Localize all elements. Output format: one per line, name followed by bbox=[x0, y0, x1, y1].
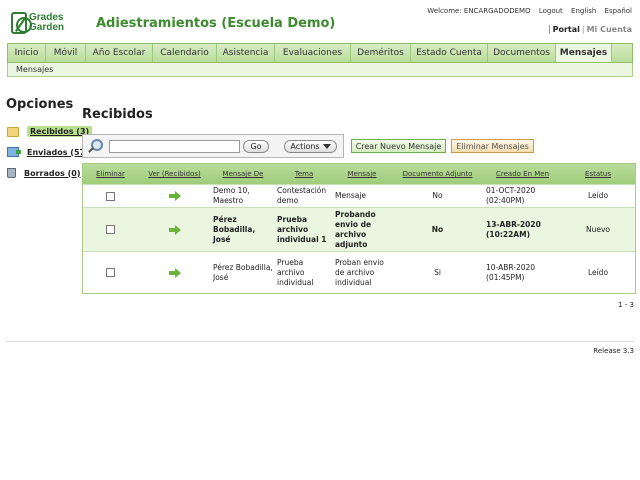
column-ver[interactable]: Ver (Recibidos) bbox=[138, 170, 211, 178]
column-eliminar[interactable]: Eliminar bbox=[83, 170, 138, 178]
cell-adjunto: Si bbox=[434, 267, 441, 277]
release-version: Release 3.3 bbox=[593, 347, 634, 355]
subnav: Mensajes bbox=[7, 63, 633, 77]
search-icon[interactable] bbox=[87, 139, 103, 155]
cell-creado: 13-ABR-2020 (10:22AM) bbox=[486, 219, 541, 239]
cell-from: Demo 10, Maestro bbox=[213, 186, 250, 205]
folder-icon bbox=[7, 126, 19, 137]
column-mensaje-de[interactable]: Mensaje De bbox=[211, 170, 275, 178]
top-links: Welcome: ENCARGADODEMO Logout English Es… bbox=[421, 7, 632, 15]
cell-adjunto: No bbox=[432, 191, 443, 200]
column-creado[interactable]: Creado En Men bbox=[484, 170, 561, 178]
column-tema[interactable]: Tema bbox=[275, 170, 333, 178]
nav-calendario[interactable]: Calendario bbox=[153, 44, 217, 62]
mi-cuenta-link[interactable]: Mi Cuenta bbox=[587, 25, 632, 34]
arrow-right-icon[interactable] bbox=[168, 267, 181, 278]
chevron-down-icon bbox=[322, 144, 331, 149]
arrow-right-icon[interactable] bbox=[168, 191, 181, 201]
welcome-text: Welcome: ENCARGADODEMO bbox=[427, 7, 531, 15]
sidebar-item-borrados[interactable]: Borrados (0) bbox=[7, 168, 81, 178]
logout-link[interactable]: Logout bbox=[539, 7, 563, 15]
cell-tema: Contestación demo bbox=[277, 186, 327, 205]
nav-mensajes[interactable]: Mensajes bbox=[556, 44, 612, 62]
sidebar-item-label: Borrados (0) bbox=[24, 168, 81, 178]
cell-mensaje: Probando envio de archivo adjunto bbox=[335, 209, 376, 249]
cell-mensaje: Mensaje bbox=[335, 191, 367, 200]
sidebar-item-label: Enviados (57) bbox=[27, 147, 89, 157]
cell-creado: 01-OCT-2020 (02:40PM) bbox=[486, 186, 536, 205]
logo-text: Grades Garden bbox=[29, 13, 64, 33]
new-message-button[interactable]: Crear Nuevo Mensaje bbox=[351, 139, 446, 153]
footer-divider bbox=[6, 341, 634, 342]
cell-adjunto: No bbox=[431, 224, 444, 234]
english-link[interactable]: English bbox=[571, 7, 596, 15]
delete-messages-button[interactable]: Eliminar Mensajes bbox=[451, 139, 534, 153]
sidebar-title: Opciones bbox=[6, 97, 74, 112]
actions-button[interactable]: Actions bbox=[284, 140, 337, 153]
row-checkbox-cell bbox=[83, 191, 138, 201]
school-title: Adiestramientos (Escuela Demo) bbox=[96, 16, 336, 31]
sent-icon bbox=[7, 147, 21, 157]
actions-label: Actions bbox=[290, 142, 320, 151]
column-estatus[interactable]: Estatus bbox=[561, 170, 635, 178]
view-cell bbox=[138, 191, 211, 201]
logo-icon bbox=[11, 12, 32, 34]
cell-tema: Prueba archivo individual 1 bbox=[277, 214, 327, 244]
subnav-mensajes[interactable]: Mensajes bbox=[16, 65, 53, 74]
row-checkbox-cell bbox=[83, 225, 138, 234]
table-header: Eliminar Ver (Recibidos) Mensaje De Tema… bbox=[83, 164, 635, 184]
view-cell bbox=[138, 267, 211, 278]
row-checkbox-cell bbox=[83, 268, 138, 277]
delete-checkbox[interactable] bbox=[106, 191, 115, 201]
column-mensaje[interactable]: Mensaje bbox=[333, 170, 391, 178]
portal-links: Portal | Mi Cuenta bbox=[548, 25, 632, 34]
search-toolbar: Go Actions bbox=[82, 134, 344, 158]
table-row: Pérez Bobadilla, José Prueba archivo ind… bbox=[83, 251, 635, 293]
logo-line2: Garden bbox=[28, 22, 64, 33]
cell-estatus: Leído bbox=[587, 267, 609, 277]
go-button[interactable]: Go bbox=[243, 140, 269, 153]
table-row: Demo 10, Maestro Contestación demo Mensa… bbox=[83, 184, 635, 207]
delete-checkbox[interactable] bbox=[106, 268, 115, 277]
nav-evaluaciones[interactable]: Evaluaciones bbox=[275, 44, 351, 62]
nav-asistencia[interactable]: Asistencia bbox=[217, 44, 275, 62]
nav-movil[interactable]: Móvil bbox=[46, 44, 86, 62]
page-title: Recibidos bbox=[82, 107, 153, 122]
search-input[interactable] bbox=[109, 140, 240, 153]
nav-inicio[interactable]: Inicio bbox=[8, 44, 46, 62]
cell-mensaje: Proban envio de archivo individual bbox=[335, 257, 384, 287]
sidebar-item-enviados[interactable]: Enviados (57) bbox=[7, 147, 89, 157]
pager: 1 - 3 bbox=[618, 301, 634, 309]
espanol-link[interactable]: Español bbox=[605, 7, 632, 15]
table-row: Pérez Bobadilla, José Prueba archivo ind… bbox=[83, 207, 635, 251]
main-nav: Inicio Móvil Año Escolar Calendario Asis… bbox=[7, 43, 633, 63]
trash-icon bbox=[7, 168, 16, 178]
logo: Grades Garden bbox=[11, 11, 64, 35]
cell-estatus: Nuevo bbox=[585, 224, 610, 234]
portal-link[interactable]: Portal bbox=[548, 25, 580, 34]
nav-documentos[interactable]: Documentos bbox=[488, 44, 556, 62]
cell-from: Pérez Bobadilla, José bbox=[213, 214, 256, 244]
sidebar-item-recibidos[interactable]: Recibidos (3) bbox=[7, 126, 93, 137]
cell-estatus: Leído bbox=[587, 191, 609, 200]
delete-checkbox[interactable] bbox=[106, 225, 115, 234]
arrow-right-icon[interactable] bbox=[168, 224, 181, 235]
messages-table: Eliminar Ver (Recibidos) Mensaje De Tema… bbox=[82, 163, 636, 294]
nav-demeritos[interactable]: Deméritos bbox=[351, 44, 411, 62]
nav-estado-cuenta[interactable]: Estado Cuenta bbox=[411, 44, 488, 62]
cell-tema: Prueba archivo individual bbox=[277, 257, 314, 287]
cell-from: Pérez Bobadilla, José bbox=[213, 262, 273, 282]
view-cell bbox=[138, 224, 211, 235]
column-documento-adjunto[interactable]: Documento Adjunto bbox=[391, 170, 484, 178]
nav-ano-escolar[interactable]: Año Escolar bbox=[86, 44, 153, 62]
cell-creado: 10-ABR-2020 (01:45PM) bbox=[486, 262, 536, 282]
portal-separator: | bbox=[581, 25, 585, 34]
